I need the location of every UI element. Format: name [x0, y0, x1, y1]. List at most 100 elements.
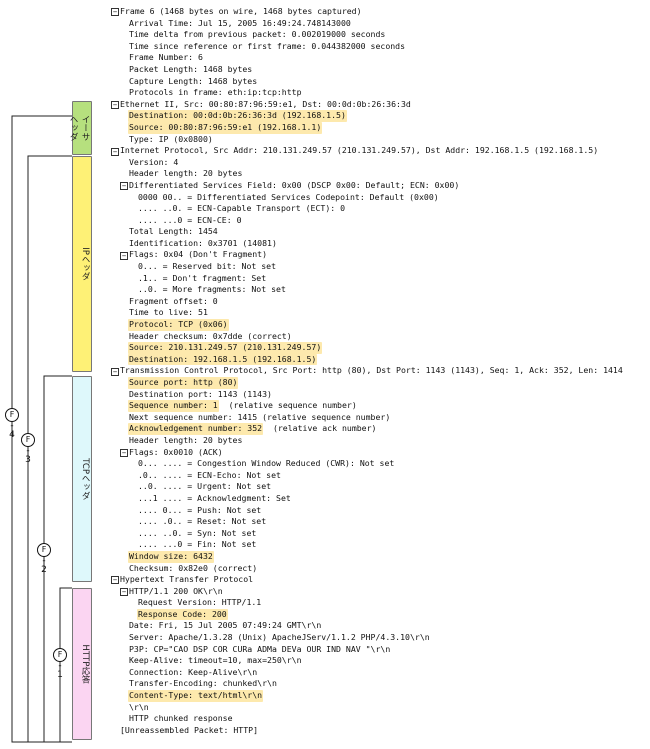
- collapse-minus-icon[interactable]: [111, 8, 119, 17]
- footnote-symbol: F: [37, 543, 51, 557]
- packet-field-text: Packet Length: 1468 bytes: [129, 63, 253, 74]
- packet-detail-row: P3P: CP="CAO DSP COR CURa ADMa DEVa OUR …: [111, 644, 650, 656]
- packet-detail-row: Header length: 20 bytes: [111, 168, 650, 180]
- packet-detail-row: .... ..0. = ECN-Capable Transport (ECT):…: [111, 203, 650, 215]
- packet-field-text: 0... = Reserved bit: Not set: [138, 261, 277, 272]
- packet-detail-row[interactable]: Ethernet II, Src: 00:80:87:96:59:e1, Dst…: [111, 99, 650, 111]
- collapse-minus-icon[interactable]: [111, 101, 119, 110]
- packet-field-text: .... ...0 = ECN-CE: 0: [138, 214, 242, 225]
- footnote-symbol: F: [21, 433, 35, 447]
- collapse-minus-icon[interactable]: [120, 251, 128, 260]
- packet-field-text: Capture Length: 1468 bytes: [129, 75, 258, 86]
- packet-detail-row: Capture Length: 1468 bytes: [111, 76, 650, 88]
- packet-field-text: Fragment offset: 0: [129, 295, 218, 306]
- packet-field-text: Protocol: TCP (0x06): [128, 319, 229, 331]
- packet-detail-row: Response Code: 200: [111, 608, 650, 621]
- packet-detail-row: \r\n: [111, 702, 650, 714]
- footnote-number: 3: [25, 455, 31, 465]
- packet-field-text: Header checksum: 0x7dde (correct): [129, 330, 292, 341]
- packet-detail-row: Time delta from previous packet: 0.00201…: [111, 29, 650, 41]
- packet-detail-row[interactable]: Frame 6 (1468 bytes on wire, 1468 bytes …: [111, 6, 650, 18]
- packet-field-text: 0... .... = Congestion Window Reduced (C…: [138, 458, 395, 469]
- packet-detail-row: Keep-Alive: timeout=10, max=250\r\n: [111, 655, 650, 667]
- packet-field-text: Source port: http (80): [128, 377, 239, 389]
- packet-field-text: .1.. = Don't fragment: Set: [138, 272, 267, 283]
- packet-detail-row[interactable]: Hypertext Transfer Protocol: [111, 574, 650, 586]
- packet-field-text: Transfer-Encoding: chunked\r\n: [129, 678, 277, 689]
- packet-detail-row: Request Version: HTTP/1.1: [111, 597, 650, 609]
- collapse-minus-icon[interactable]: [120, 588, 128, 597]
- collapse-minus-icon[interactable]: [111, 576, 119, 585]
- packet-field-text: ..0. = More fragments: Not set: [138, 284, 286, 295]
- packet-field-text: Sequence number: 1: [128, 400, 219, 412]
- packet-detail-row: Packet Length: 1468 bytes: [111, 64, 650, 76]
- packet-detail-row[interactable]: HTTP/1.1 200 OK\r\n: [111, 586, 650, 598]
- packet-detail-row[interactable]: Flags: 0x0010 (ACK): [111, 447, 650, 459]
- packet-detail-row[interactable]: Flags: 0x04 (Don't Fragment): [111, 249, 650, 261]
- footnote-number: 4: [9, 430, 15, 440]
- packet-field-text: Window size: 6432: [128, 550, 214, 563]
- packet-field-text: .... ..0. = Syn: Not set: [138, 527, 257, 538]
- packet-field-text: [Unreassembled Packet: HTTP]: [120, 724, 259, 735]
- packet-detail-row: ..0. .... = Urgent: Not set: [111, 481, 650, 493]
- collapse-minus-icon[interactable]: [111, 367, 119, 376]
- footnote-symbol: F: [5, 408, 19, 422]
- packet-field-text: Connection: Keep-Alive\r\n: [129, 666, 258, 677]
- http-response-band: HTTP応答: [72, 588, 92, 740]
- tcp-header-label: TCPヘッダ: [80, 458, 90, 500]
- ethernet-header-band: イーサヘッダ: [68, 101, 92, 155]
- packet-detail-row: 0... = Reserved bit: Not set: [111, 261, 650, 273]
- packet-detail-row: Date: Fri, 15 Jul 2005 07:49:24 GMT\r\n: [111, 620, 650, 632]
- packet-field-text: Destination: 192.168.1.5 (192.168.1.5): [128, 353, 318, 366]
- packet-detail-row: Transfer-Encoding: chunked\r\n: [111, 678, 650, 690]
- packet-detail-row: Version: 4: [111, 157, 650, 169]
- packet-field-text: Time since reference or first frame: 0.0…: [129, 40, 406, 51]
- packet-detail-row: Protocol: TCP (0x06): [111, 319, 650, 331]
- packet-field-text: Time delta from previous packet: 0.00201…: [129, 29, 386, 40]
- footnote-f3: F - 3: [21, 433, 35, 465]
- packet-field-text: Differentiated Services Field: 0x00 (DSC…: [129, 179, 460, 190]
- packet-field-text: Keep-Alive: timeout=10, max=250\r\n: [129, 655, 302, 666]
- footnote-f2: F - 2: [37, 543, 51, 575]
- packet-detail-row: Protocols in frame: eth:ip:tcp:http: [111, 87, 650, 99]
- tcp-header-band: TCPヘッダ: [72, 376, 92, 582]
- packet-field-text: Version: 4: [129, 156, 179, 167]
- packet-detail-row: Header checksum: 0x7dde (correct): [111, 331, 650, 343]
- packet-detail-row[interactable]: Internet Protocol, Src Addr: 210.131.249…: [111, 145, 650, 157]
- packet-detail-row: Next sequence number: 1415 (relative seq…: [111, 412, 650, 424]
- packet-detail-row: Arrival Time: Jul 15, 2005 16:49:24.7481…: [111, 18, 650, 30]
- collapse-minus-icon[interactable]: [111, 147, 119, 156]
- packet-detail-row: Connection: Keep-Alive\r\n: [111, 667, 650, 679]
- packet-detail-row[interactable]: Transmission Control Protocol, Src Port:…: [111, 365, 650, 377]
- packet-detail-row: Destination: 192.168.1.5 (192.168.1.5): [111, 353, 650, 366]
- packet-detail-row[interactable]: Differentiated Services Field: 0x00 (DSC…: [111, 180, 650, 192]
- packet-detail-row: 0000 00.. = Differentiated Services Code…: [111, 192, 650, 204]
- packet-detail-row: HTTP chunked response: [111, 713, 650, 725]
- packet-detail-row: Acknowledgement number: 352 (relative ac…: [111, 423, 650, 435]
- packet-detail-tree: Frame 6 (1468 bytes on wire, 1468 bytes …: [111, 6, 650, 736]
- packet-field-suffix: (relative ack number): [263, 423, 377, 434]
- packet-field-text: Date: Fri, 15 Jul 2005 07:49:24 GMT\r\n: [129, 620, 322, 631]
- footnote-number: 1: [57, 670, 63, 680]
- packet-detail-row: Source: 00:80:87:96:59:e1 (192.168.1.1): [111, 121, 650, 134]
- collapse-minus-icon[interactable]: [120, 182, 128, 191]
- footnote-f4: F - 4: [5, 408, 19, 440]
- http-response-label: HTTP応答: [80, 644, 90, 684]
- packet-field-text: Transmission Control Protocol, Src Port:…: [120, 365, 623, 376]
- collapse-minus-icon[interactable]: [120, 448, 128, 457]
- packet-detail-row: Header length: 20 bytes: [111, 435, 650, 447]
- packet-detail-row: Type: IP (0x0800): [111, 134, 650, 146]
- packet-detail-row: Content-Type: text/html\r\n: [111, 690, 650, 702]
- packet-field-text: Internet Protocol, Src Addr: 210.131.249…: [120, 145, 599, 156]
- packet-detail-row: Checksum: 0x82e0 (correct): [111, 563, 650, 575]
- packet-detail-row: .1.. = Don't fragment: Set: [111, 273, 650, 285]
- packet-detail-row: .... ..0. = Syn: Not set: [111, 528, 650, 540]
- packet-detail-row: Destination port: 1143 (1143): [111, 389, 650, 401]
- packet-detail-row: Time since reference or first frame: 0.0…: [111, 41, 650, 53]
- ethernet-header-label: イーサヘッダ: [68, 115, 90, 141]
- packet-field-text: .... 0... = Push: Not set: [138, 504, 262, 515]
- packet-field-text: Content-Type: text/html\r\n: [128, 690, 264, 702]
- packet-field-text: Source: 210.131.249.57 (210.131.249.57): [128, 342, 323, 354]
- packet-field-text: Server: Apache/1.3.28 (Unix) ApacheJServ…: [129, 632, 430, 643]
- packet-field-text: .0.. .... = ECN-Echo: Not set: [138, 469, 281, 480]
